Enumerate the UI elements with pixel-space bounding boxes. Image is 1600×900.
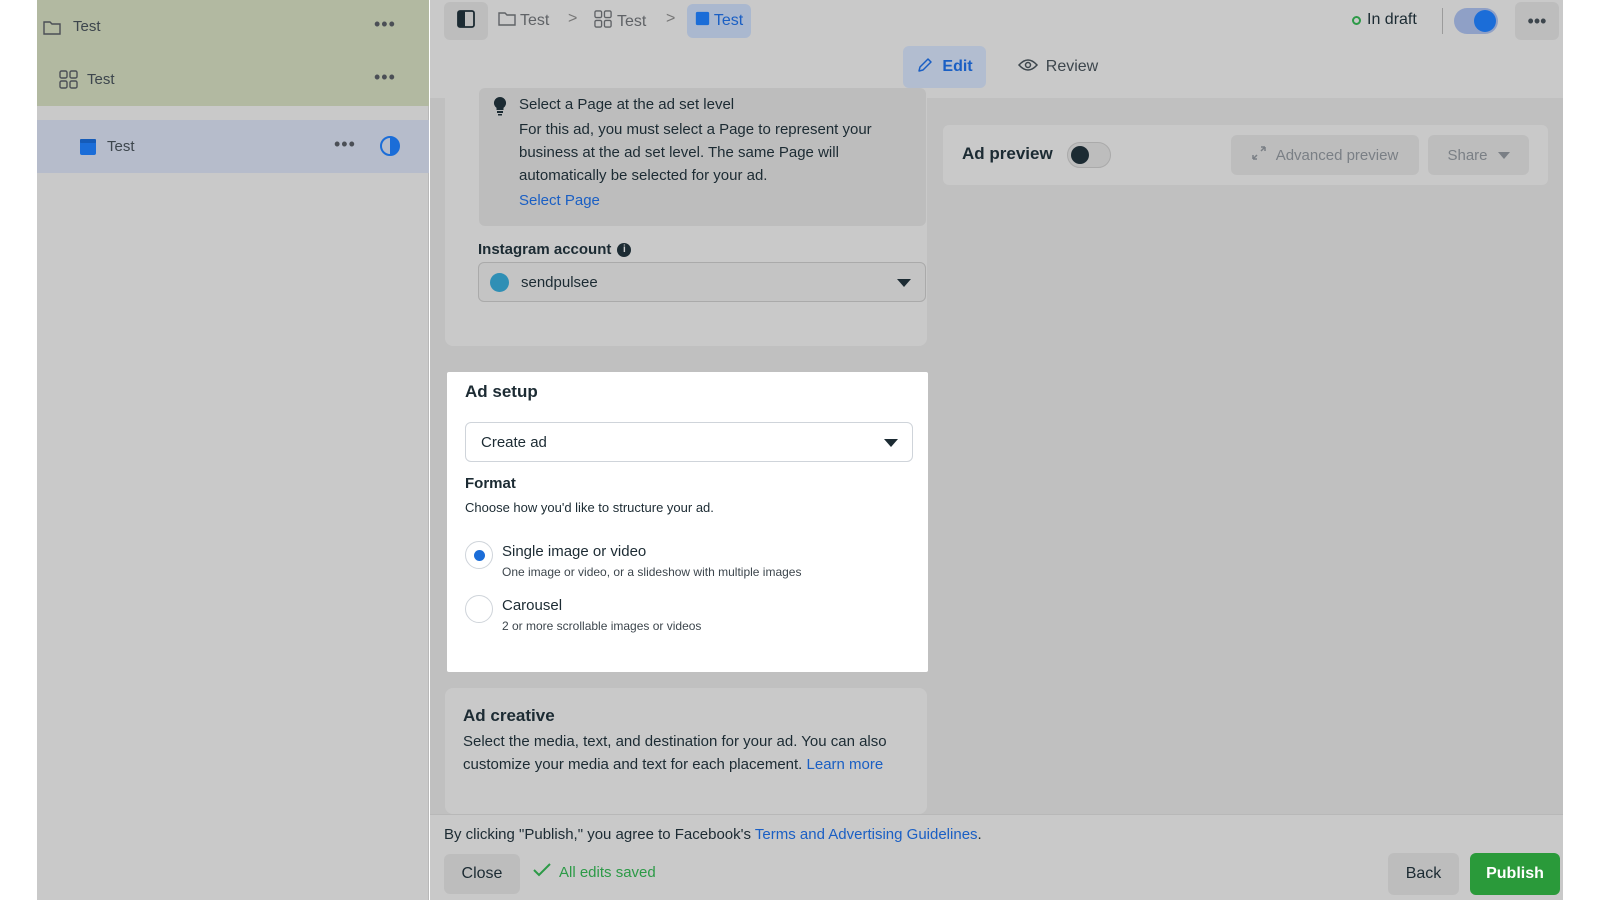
breadcrumb-campaign[interactable]: Test (498, 10, 549, 31)
tab-review[interactable]: Review (1008, 46, 1108, 88)
close-button[interactable]: Close (444, 854, 520, 894)
half-circle-icon[interactable] (379, 135, 401, 161)
tab-label: Edit (942, 58, 973, 75)
button-label: Advanced preview (1275, 146, 1399, 164)
advanced-preview-button[interactable]: Advanced preview (1231, 135, 1419, 175)
radio-single-image[interactable] (465, 541, 493, 569)
more-options-icon[interactable]: ••• (334, 134, 356, 155)
chevron-right-icon: > (666, 10, 676, 27)
ad-preview-panel: Ad preview Advanced preview Share (943, 125, 1548, 185)
caret-down-icon (897, 279, 911, 287)
pencil-icon (916, 56, 934, 79)
terms-prefix: By clicking "Publish," you agree to Face… (444, 826, 752, 843)
editor-content: Select a Page at the ad set level For th… (430, 88, 1563, 814)
sidebar-icon (457, 9, 475, 33)
publish-button[interactable]: Publish (1470, 853, 1560, 895)
option-subtitle: 2 or more scrollable images or videos (502, 619, 702, 633)
draft-status: In draft (1352, 11, 1417, 29)
format-subtitle: Choose how you'd like to structure your … (465, 500, 714, 515)
terms-link[interactable]: Terms and Advertising Guidelines (755, 826, 978, 843)
more-options-button[interactable]: ••• (1515, 2, 1559, 40)
expand-icon (1251, 146, 1266, 164)
select-page-link[interactable]: Select Page (519, 192, 600, 209)
caret-down-icon (1497, 151, 1510, 159)
breadcrumb-adset[interactable]: Test (594, 10, 646, 34)
button-label: Share (1447, 146, 1488, 164)
right-margin (1563, 0, 1600, 900)
tab-label: Review (1045, 58, 1099, 75)
share-button[interactable]: Share (1428, 135, 1529, 175)
breadcrumb-label: Test (713, 12, 744, 29)
page-tip-title: Select a Page at the ad set level (519, 96, 735, 113)
section-body: Select the media, text, and destination … (463, 730, 923, 776)
breadcrumb-label: Test (617, 13, 647, 30)
option-title[interactable]: Single image or video (502, 543, 646, 560)
folder-icon (41, 16, 63, 38)
tree-item-ad[interactable]: Test ••• (37, 120, 429, 173)
page-tip-body: For this ad, you must select a Page to r… (519, 121, 872, 184)
save-status-label: All edits saved (559, 863, 656, 881)
format-title: Format (465, 475, 516, 492)
tree-item-adset[interactable]: Test ••• (37, 53, 429, 106)
grid-icon (58, 69, 80, 91)
more-options-icon[interactable]: ••• (374, 14, 396, 35)
left-margin (0, 0, 37, 900)
divider (1442, 8, 1443, 34)
chevron-right-icon: > (568, 10, 578, 27)
field-label: Instagram account (478, 241, 612, 258)
section-title: Ad setup (465, 382, 538, 401)
grid-icon (594, 10, 613, 34)
info-icon[interactable]: i (617, 242, 632, 257)
publish-footer: By clicking "Publish," you agree to Face… (430, 814, 1563, 900)
more-options-icon: ••• (1527, 10, 1547, 31)
lightbulb-icon (493, 96, 507, 121)
learn-more-link[interactable]: Learn more (807, 756, 884, 773)
select-value: sendpulsee (521, 273, 598, 291)
status-label: In draft (1367, 11, 1417, 28)
more-options-icon[interactable]: ••• (374, 67, 396, 88)
section-title: Ad creative (463, 706, 555, 725)
preview-title: Ad preview (962, 144, 1053, 163)
back-button[interactable]: Back (1388, 853, 1459, 895)
ad-setup-card: Ad setup Create ad Format Choose how you… (447, 372, 928, 672)
ad-square-icon (77, 136, 99, 158)
top-bar: Test > Test > Test In draft ••• (430, 0, 1563, 44)
checkmark-icon (533, 863, 551, 881)
tree-item-label: Test (87, 71, 115, 88)
ad-creative-card: Ad creative Select the media, text, and … (445, 688, 927, 814)
breadcrumb-ad[interactable]: Test (687, 4, 751, 38)
campaign-tree: Test ••• Test ••• Test ••• (37, 0, 429, 900)
identity-card: Select a Page at the ad set level For th… (445, 88, 927, 346)
folder-icon (498, 10, 516, 31)
breadcrumb-label: Test (520, 11, 550, 29)
option-subtitle: One image or video, or a slideshow with … (502, 565, 802, 579)
status-dot-icon (1352, 15, 1361, 25)
caret-down-icon (884, 439, 898, 447)
option-title[interactable]: Carousel (502, 597, 562, 614)
save-status: All edits saved (533, 863, 656, 881)
terms-text: By clicking "Publish," you agree to Face… (444, 826, 982, 843)
instagram-account-select[interactable]: sendpulsee (478, 262, 926, 302)
tree-item-label: Test (107, 138, 135, 155)
ad-setup-select[interactable]: Create ad (465, 422, 913, 462)
instagram-avatar (490, 272, 509, 292)
sidebar-toggle-button[interactable] (444, 2, 488, 40)
ad-status-toggle[interactable] (1454, 8, 1498, 34)
tree-item-campaign[interactable]: Test ••• (37, 0, 429, 53)
tab-edit[interactable]: Edit (903, 46, 986, 88)
instagram-account-label: Instagram account i (478, 241, 632, 258)
preview-toggle[interactable] (1067, 142, 1111, 168)
terms-suffix: . (977, 826, 982, 843)
radio-carousel[interactable] (465, 595, 493, 623)
eye-icon (1017, 58, 1038, 77)
tree-item-label: Test (73, 18, 101, 35)
ad-square-icon (695, 11, 710, 31)
select-value: Create ad (481, 433, 547, 451)
